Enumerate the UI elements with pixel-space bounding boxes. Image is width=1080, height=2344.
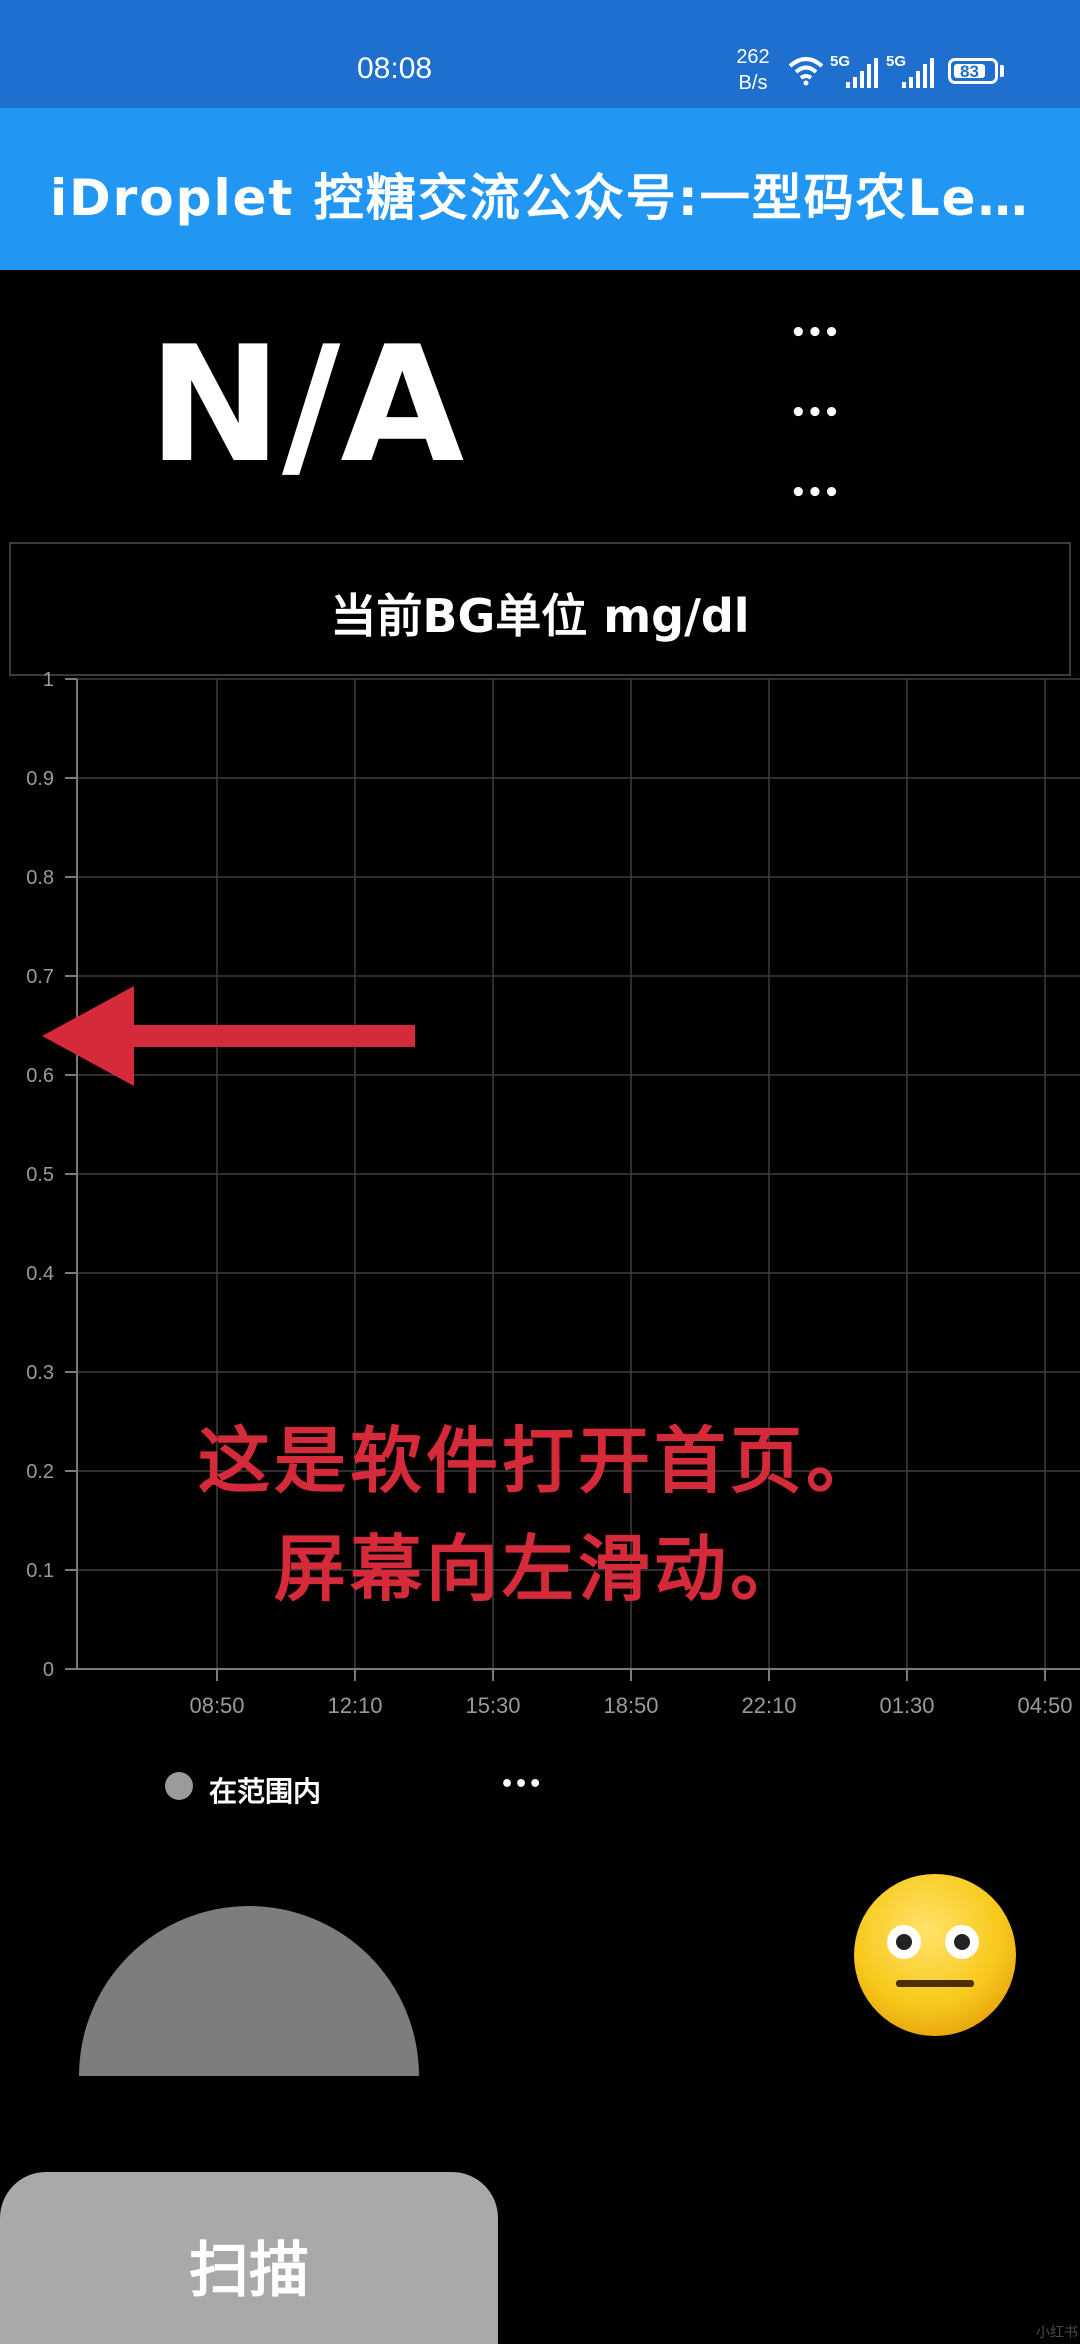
legend-more-button[interactable]: •••: [500, 1772, 542, 1797]
battery-icon: 83: [948, 58, 998, 84]
y-tick-label: 0.6: [26, 1065, 54, 1087]
x-tick-label: 18:50: [603, 1693, 658, 1718]
x-tick-label: 22:10: [741, 1693, 796, 1718]
wifi-icon: [788, 57, 824, 86]
cellular-signal-1-icon: 5G: [830, 53, 878, 88]
x-tick-label: 08:50: [189, 1693, 244, 1718]
legend-dot: [165, 1772, 193, 1800]
app-bar: iDroplet 控糖交流公众号:一型码农Le…: [0, 108, 1080, 270]
y-tick-label: 0.4: [26, 1263, 54, 1285]
network-speed-unit: B/s: [738, 72, 768, 94]
glucose-reading: N/A: [148, 311, 465, 498]
annotation-line-2: 屏幕向左滑动。: [273, 1527, 806, 1611]
x-tick-label: 01:30: [879, 1693, 934, 1718]
signal-2-label: 5G: [886, 53, 906, 70]
gauge-semicircle: [79, 1906, 419, 2076]
more-button-3[interactable]: •••: [790, 478, 840, 508]
y-tick-label: 0.9: [26, 768, 54, 790]
network-speed-value: 262: [736, 46, 770, 68]
signal-1-label: 5G: [830, 53, 850, 70]
legend-label: 在范围内: [209, 1775, 322, 1808]
cellular-signal-2-icon: 5G: [886, 53, 934, 88]
y-tick-label: 0.3: [26, 1362, 54, 1384]
annotation-arrow-head: [42, 986, 134, 1086]
x-tick-label: 15:30: [465, 1693, 520, 1718]
y-tick-label: 1: [43, 670, 54, 691]
x-tick-label: 12:10: [327, 1693, 382, 1718]
annotation-arrow-shaft: [120, 1025, 415, 1047]
y-tick-label: 0.7: [26, 966, 54, 988]
more-button-2[interactable]: •••: [790, 398, 840, 428]
status-bar: 08:08 262 B/s 5G 5G 83: [0, 0, 1080, 108]
y-tick-label: 0.5: [26, 1164, 54, 1186]
battery-tip: [1000, 65, 1004, 77]
scan-button[interactable]: 扫描: [0, 2172, 498, 2344]
scan-button-label: 扫描: [189, 2237, 309, 2304]
neutral-face-icon: [854, 1874, 1016, 2036]
watermark: 小红书: [1036, 2324, 1078, 2340]
annotation-line-1: 这是软件打开首页。: [197, 1419, 882, 1503]
unit-box[interactable]: 当前BG单位 mg/dl: [9, 542, 1071, 676]
y-tick-label: 0.8: [26, 867, 54, 889]
battery-level: 83: [954, 63, 985, 80]
x-tick-label: 04:50: [1017, 1693, 1072, 1718]
more-button-1[interactable]: •••: [790, 318, 840, 348]
status-time: 08:08: [357, 52, 433, 85]
y-tick-label: 0: [43, 1659, 54, 1681]
network-speed: 262 B/s: [733, 44, 773, 96]
unit-label: 当前BG单位 mg/dl: [330, 589, 750, 643]
app-title: iDroplet 控糖交流公众号:一型码农Le…: [50, 169, 1030, 227]
